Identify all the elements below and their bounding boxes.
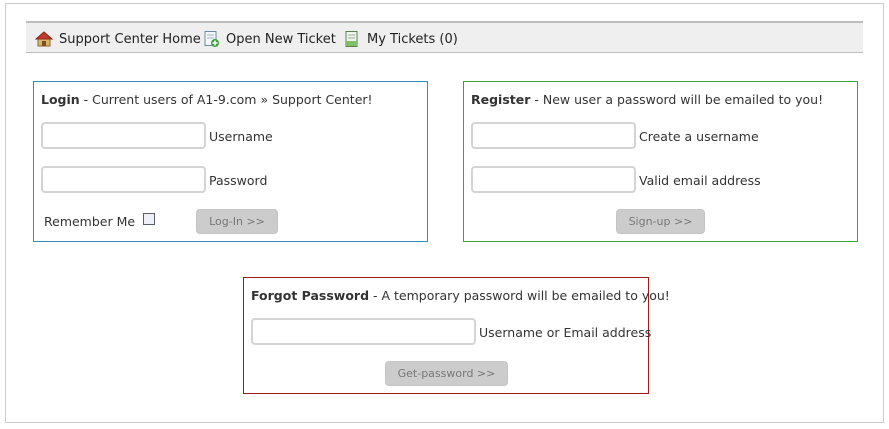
nav-my-tickets[interactable]: My Tickets (0) (343, 29, 458, 49)
login-password-label: Password (209, 173, 268, 188)
register-title-bold: Register (471, 92, 531, 107)
login-panel: Login - Current users of A1-9.com » Supp… (33, 81, 428, 242)
register-title-rest: - New user a password will be emailed to… (530, 92, 824, 107)
register-panel: Register - New user a password will be e… (463, 81, 858, 242)
tickets-icon (343, 30, 361, 48)
get-password-button[interactable]: Get-password >> (385, 361, 508, 386)
remember-me-label: Remember Me (44, 214, 136, 229)
login-button[interactable]: Log-In >> (196, 209, 278, 234)
login-password-input[interactable] (41, 166, 206, 193)
nav-open-new-ticket[interactable]: Open New Ticket (202, 29, 336, 49)
register-username-label: Create a username (639, 129, 759, 144)
forgot-title-rest: - A temporary password will be emailed t… (369, 288, 670, 303)
home-icon (35, 30, 53, 48)
register-email-input[interactable] (471, 166, 636, 193)
top-navigation: Support Center Home Open New Ticket My T… (26, 21, 863, 53)
login-title-rest: - Current users of A1-9.com » Support Ce… (79, 92, 373, 107)
forgot-password-panel: Forgot Password - A temporary password w… (243, 277, 670, 394)
new-ticket-icon (202, 30, 220, 48)
register-username-input[interactable] (471, 122, 636, 149)
nav-label: My Tickets (0) (367, 31, 458, 47)
register-title: Register - New user a password will be e… (471, 92, 823, 107)
nav-label: Support Center Home (59, 31, 201, 47)
remember-me-checkbox[interactable] (143, 213, 155, 225)
register-email-label: Valid email address (639, 173, 761, 188)
forgot-username-email-input[interactable] (251, 318, 476, 345)
signup-button[interactable]: Sign-up >> (616, 209, 705, 234)
nav-support-center-home[interactable]: Support Center Home (35, 29, 201, 49)
login-username-label: Username (209, 129, 273, 144)
forgot-title: Forgot Password - A temporary password w… (251, 288, 670, 303)
login-title-bold: Login (41, 92, 80, 107)
login-username-input[interactable] (41, 122, 206, 149)
login-title: Login - Current users of A1-9.com » Supp… (41, 92, 373, 107)
forgot-field-label: Username or Email address (479, 325, 652, 340)
nav-label: Open New Ticket (226, 31, 336, 47)
forgot-title-bold: Forgot Password (251, 288, 370, 303)
